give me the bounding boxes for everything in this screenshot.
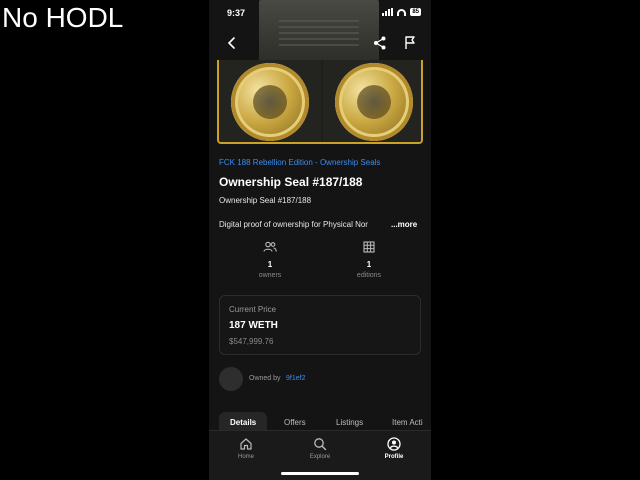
owners-icon [263,241,277,252]
price-value: 187 WETH [229,320,278,331]
price-usd: $547,999.76 [229,337,274,346]
nft-description: Digital proof of ownership for Physical … [219,220,368,229]
battery-icon: 85 [410,8,421,16]
flag-icon[interactable] [401,34,419,52]
nft-subtitle: Ownership Seal #187/188 [219,196,312,205]
more-button[interactable]: ...more [387,220,418,229]
nav-profile-label: Profile [384,454,404,460]
editions-stat[interactable]: 1 editions [329,241,409,279]
nft-image-area: 9:37 85 [209,0,431,145]
nft-title: Ownership Seal #187/188 [219,175,363,189]
owner-link[interactable]: 9f1ef2 [286,375,305,382]
owners-label: owners [258,272,282,279]
share-icon[interactable] [371,34,389,52]
owned-by-label: Owned by [249,375,281,382]
price-label: Current Price [229,305,277,314]
signal-icon [382,8,394,16]
nft-image-frame[interactable] [217,60,423,144]
avatar[interactable] [219,367,243,391]
collection-link[interactable]: FCK 188 Rebellion Edition - Ownership Se… [219,158,380,167]
wifi-icon [397,8,407,16]
status-icons: 85 [382,8,421,16]
editions-label: editions [356,272,382,279]
nav-explore[interactable]: Explore [300,437,340,460]
status-time: 9:37 [227,8,246,18]
profile-icon [387,437,401,451]
nav-home-label: Home [237,454,254,460]
nav-home[interactable]: Home [226,437,266,460]
nav-explore-label: Explore [309,454,331,460]
back-icon[interactable] [223,34,241,52]
video-caption: No HODL [2,2,124,33]
editions-count: 1 [366,260,372,269]
home-icon [240,438,252,450]
editions-grid-icon [363,241,375,253]
search-icon [314,438,327,451]
certificate-image [259,0,379,64]
phone-screen: 9:37 85 FCK 188 Rebellion Edition - Owne… [209,0,431,480]
nav-profile[interactable]: Profile [374,437,414,460]
coin-front-image [219,60,321,142]
home-indicator [281,472,359,475]
price-card: Current Price 187 WETH $547,999.76 [219,295,421,355]
owners-count: 1 [267,260,273,269]
owners-stat[interactable]: 1 owners [230,241,310,279]
coin-back-image [323,60,421,142]
